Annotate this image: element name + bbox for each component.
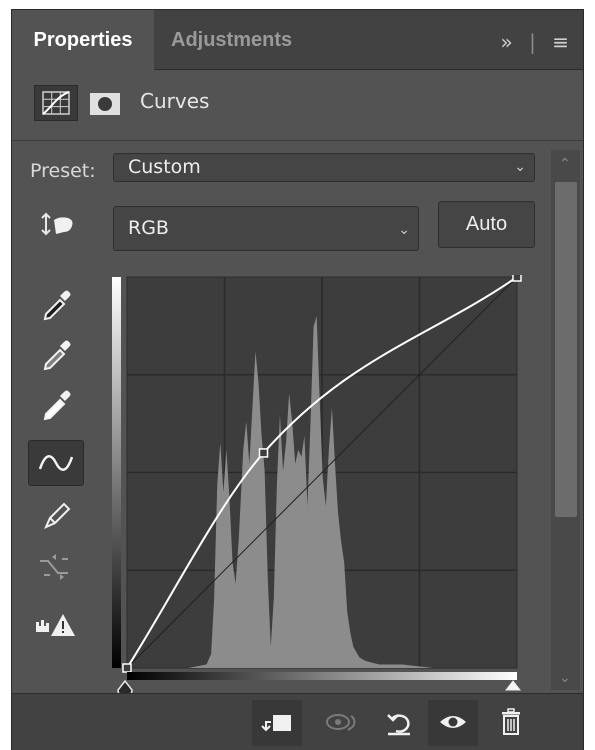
- curves-adjustment-icon[interactable]: [34, 85, 78, 121]
- white-input-slider[interactable]: [504, 680, 522, 691]
- clipping-warning-icon[interactable]: [28, 606, 84, 652]
- panel-menu-icon[interactable]: ≡: [552, 12, 569, 72]
- gray-point-eyedropper-icon[interactable]: [28, 332, 84, 378]
- pencil-draw-icon[interactable]: [28, 496, 84, 542]
- smooth-curve-icon[interactable]: [28, 547, 84, 593]
- preset-dropdown[interactable]: Custom ⌄: [113, 153, 535, 182]
- curves-graph[interactable]: [111, 275, 523, 695]
- view-previous-state-icon[interactable]: [316, 700, 366, 746]
- scroll-down-icon[interactable]: ⌄: [559, 670, 571, 686]
- visibility-eye-icon[interactable]: [428, 700, 478, 746]
- curve-point-tool-icon[interactable]: [28, 440, 84, 486]
- tab-adjustments[interactable]: Adjustments: [171, 10, 292, 70]
- tab-properties[interactable]: Properties: [12, 10, 154, 71]
- layer-mask-icon[interactable]: [90, 93, 120, 115]
- curve-control-point[interactable]: [122, 663, 132, 673]
- curve-control-point[interactable]: [258, 448, 269, 458]
- expand-panel-icon[interactable]: »: [501, 12, 513, 72]
- scroll-thumb[interactable]: [555, 182, 577, 517]
- panel-scrollbar[interactable]: ⌃ ⌄: [551, 150, 580, 690]
- channel-value: RGB: [128, 217, 169, 239]
- preset-label: Preset:: [30, 160, 96, 182]
- preset-value: Custom: [128, 156, 201, 178]
- clip-to-layer-icon[interactable]: [252, 700, 302, 746]
- on-image-adjust-icon[interactable]: [28, 204, 84, 250]
- chevron-down-icon: ⌄: [514, 159, 526, 175]
- reset-icon[interactable]: [374, 700, 424, 746]
- panel-header: Curves: [12, 71, 583, 141]
- tab-bar: Properties Adjustments » | ≡: [12, 10, 583, 71]
- tab-bar-controls: » | ≡: [501, 10, 569, 70]
- curve-control-point[interactable]: [512, 275, 522, 282]
- output-gradient-bar: [112, 277, 121, 668]
- panel-footer: [12, 693, 583, 750]
- auto-button[interactable]: Auto: [438, 201, 535, 248]
- adjustment-title: Curves: [140, 89, 210, 113]
- channel-dropdown[interactable]: RGB ⌄: [113, 206, 419, 251]
- properties-panel: Properties Adjustments » | ≡ Curves Pres…: [11, 9, 584, 750]
- white-point-eyedropper-icon[interactable]: [28, 382, 84, 428]
- black-point-eyedropper-icon[interactable]: [28, 282, 84, 328]
- chevron-down-icon: ⌄: [398, 222, 410, 238]
- input-gradient-bar: [127, 672, 517, 680]
- delete-trash-icon[interactable]: [486, 700, 536, 746]
- divider: |: [529, 29, 536, 54]
- scroll-up-icon[interactable]: ⌃: [559, 156, 571, 172]
- curves-content: Preset: Custom ⌄ RGB ⌄ Auto: [12, 142, 583, 695]
